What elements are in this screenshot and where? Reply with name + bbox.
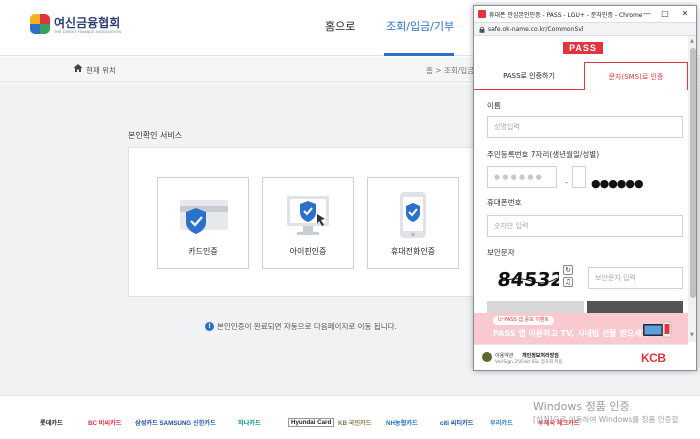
pass-favicon-icon (478, 10, 486, 18)
popup-footer: 이용약관 개인정보처리방침 VeriSign 256-bit SSL 암호화 적… (474, 344, 688, 370)
address-bar[interactable]: safe.ok-name.co.kr/CommonSvl (474, 23, 696, 36)
minimize-icon[interactable]: — (640, 7, 654, 21)
nav-inquiry-deposit-donation[interactable]: 조회/입금/기부 (386, 18, 454, 34)
windows-activation-title: Windows 정품 인증 (533, 400, 630, 413)
info-icon: ! (205, 322, 214, 331)
section-title: 본인확인 서비스 (128, 131, 183, 140)
footer-logo-shinhan[interactable]: 신한카드 (193, 418, 216, 427)
address-url: safe.ok-name.co.kr/CommonSvl (488, 26, 584, 33)
ipin-auth-label: 아이핀인증 (289, 247, 327, 256)
footer-logo-woori[interactable]: 우리카드 (490, 418, 513, 427)
tab-pass-app-auth[interactable]: PASS로 인증하기 (474, 62, 584, 90)
name-label: 이름 (487, 101, 501, 110)
logo-subtitle: THE CREDIT FINANCE ASSOCIATION (54, 30, 122, 34)
verisign-seal-icon (482, 352, 492, 362)
rrn-label: 주민등록번호 7자리(생년월일/성별) (487, 150, 600, 159)
event-banner-headline: PASS 앱 이용하고 TV, 시네빔 선물 받으세요 (493, 329, 649, 338)
rrn-front-input[interactable]: ● ● ● ● ● ● (487, 166, 557, 188)
popup-scrollbar[interactable]: ▲ ▼ (688, 36, 696, 342)
captcha-label: 보안문자 (487, 248, 515, 257)
home-icon (73, 64, 83, 72)
credit-card-shield-icon (180, 200, 228, 234)
scroll-down-icon[interactable]: ▼ (690, 332, 694, 338)
footer-logo-hana[interactable]: 하나카드 (238, 418, 261, 427)
terms-link[interactable]: 이용약관 (495, 352, 513, 359)
popup-window-title: 휴대폰 안심본인인증 - PASS - LGU+ - 문자인증 - Chrome (489, 12, 643, 19)
maximize-icon[interactable]: □ (658, 7, 672, 21)
footer-logo-hyundai[interactable]: Hyundai Card (288, 418, 335, 427)
ssl-notice: VeriSign 256-bit SSL 암호화 적용 (495, 360, 563, 365)
logo-mark-icon (30, 14, 50, 34)
scroll-up-icon[interactable]: ▲ (690, 38, 694, 44)
smartphone-shield-icon (400, 192, 426, 238)
footer-logo-bc[interactable]: BC 비씨카드 (88, 418, 121, 427)
lock-icon (479, 26, 485, 33)
close-icon[interactable]: ✕ (678, 7, 692, 21)
site-logo[interactable]: 여신금융협회 THE CREDIT FINANCE ASSOCIATION (30, 12, 160, 42)
footer-logo-nh[interactable]: NH농협카드 (386, 418, 418, 427)
footer-logo-kb[interactable]: KB 국민카드 (338, 418, 371, 427)
popup-titlebar[interactable]: 휴대폰 안심본인인증 - PASS - LGU+ - 문자인증 - Chrome… (474, 6, 696, 23)
phone-auth-label: 휴대전화인증 (390, 247, 436, 256)
confirm-button[interactable] (587, 301, 683, 313)
card-auth-label: 카드인증 (188, 247, 218, 256)
footer-logo-lotte[interactable]: 롯데카드 (40, 418, 63, 427)
cancel-button[interactable] (487, 301, 584, 313)
rrn-separator: - (565, 178, 568, 187)
breadcrumb-current-label: 현재 위치 (86, 66, 116, 75)
phone-number-input[interactable]: 숫자만 입력 (487, 215, 683, 237)
rrn-gender-input[interactable] (572, 166, 586, 188)
tv-gift-icon (643, 321, 672, 338)
pass-auth-popup-window: 휴대폰 안심본인인증 - PASS - LGU+ - 문자인증 - Chrome… (473, 5, 697, 371)
pass-logo: PASS (563, 42, 603, 54)
nav-active-indicator (384, 53, 454, 56)
kcb-logo: KCB (641, 351, 666, 365)
tab-sms-auth[interactable]: 문자(SMS)로 인증 (584, 62, 688, 90)
verification-panel: 카드인증 아이핀인증 휴대전화인증 (128, 147, 528, 297)
phone-auth-option[interactable]: 휴대전화인증 (367, 177, 459, 269)
event-banner[interactable]: U⁺PASS 앱 응모 이벤트 PASS 앱 이용하고 TV, 시네빔 선물 받… (474, 313, 688, 344)
event-banner-pill: U⁺PASS 앱 응모 이벤트 (493, 316, 555, 325)
name-input[interactable]: 성명입력 (487, 116, 683, 138)
scrollbar-thumb[interactable] (690, 48, 696, 298)
nav-home[interactable]: 홈으로 (325, 18, 355, 34)
auth-notice-text: 본인인증이 완료되면 자동으로 다음페이지로 이동 됩니다. (217, 322, 397, 331)
captcha-refresh-icon[interactable]: ↻ (563, 265, 573, 275)
breadcrumb-path[interactable]: 홈 > 조회/입금 (426, 65, 474, 76)
captcha-image: 84532 (497, 269, 559, 291)
phone-number-label: 휴대폰번호 (487, 198, 522, 207)
privacy-policy-link[interactable]: 개인정보처리방침 (522, 352, 559, 359)
windows-activation-hint: [설정]으로 이동하여 Windows를 정품 인증합 (533, 415, 679, 424)
footer-logo-citi[interactable]: citi 씨티카드 (440, 418, 473, 427)
logo-title: 여신금융협회 (54, 16, 121, 30)
captcha-input[interactable]: 보안문자 입력 (588, 267, 683, 289)
captcha-audio-icon[interactable]: ♫ (563, 277, 573, 287)
monitor-shield-icon (287, 196, 329, 235)
ipin-auth-option[interactable]: 아이핀인증 (262, 177, 354, 269)
card-auth-option[interactable]: 카드인증 (157, 177, 249, 269)
footer-logo-samsung[interactable]: 삼성카드 SAMSUNG (135, 418, 191, 427)
auth-notice: ! 본인인증이 완료되면 자동으로 다음페이지로 이동 됩니다. (205, 321, 397, 332)
rrn-back-mask: ●●●●●● (591, 177, 644, 190)
